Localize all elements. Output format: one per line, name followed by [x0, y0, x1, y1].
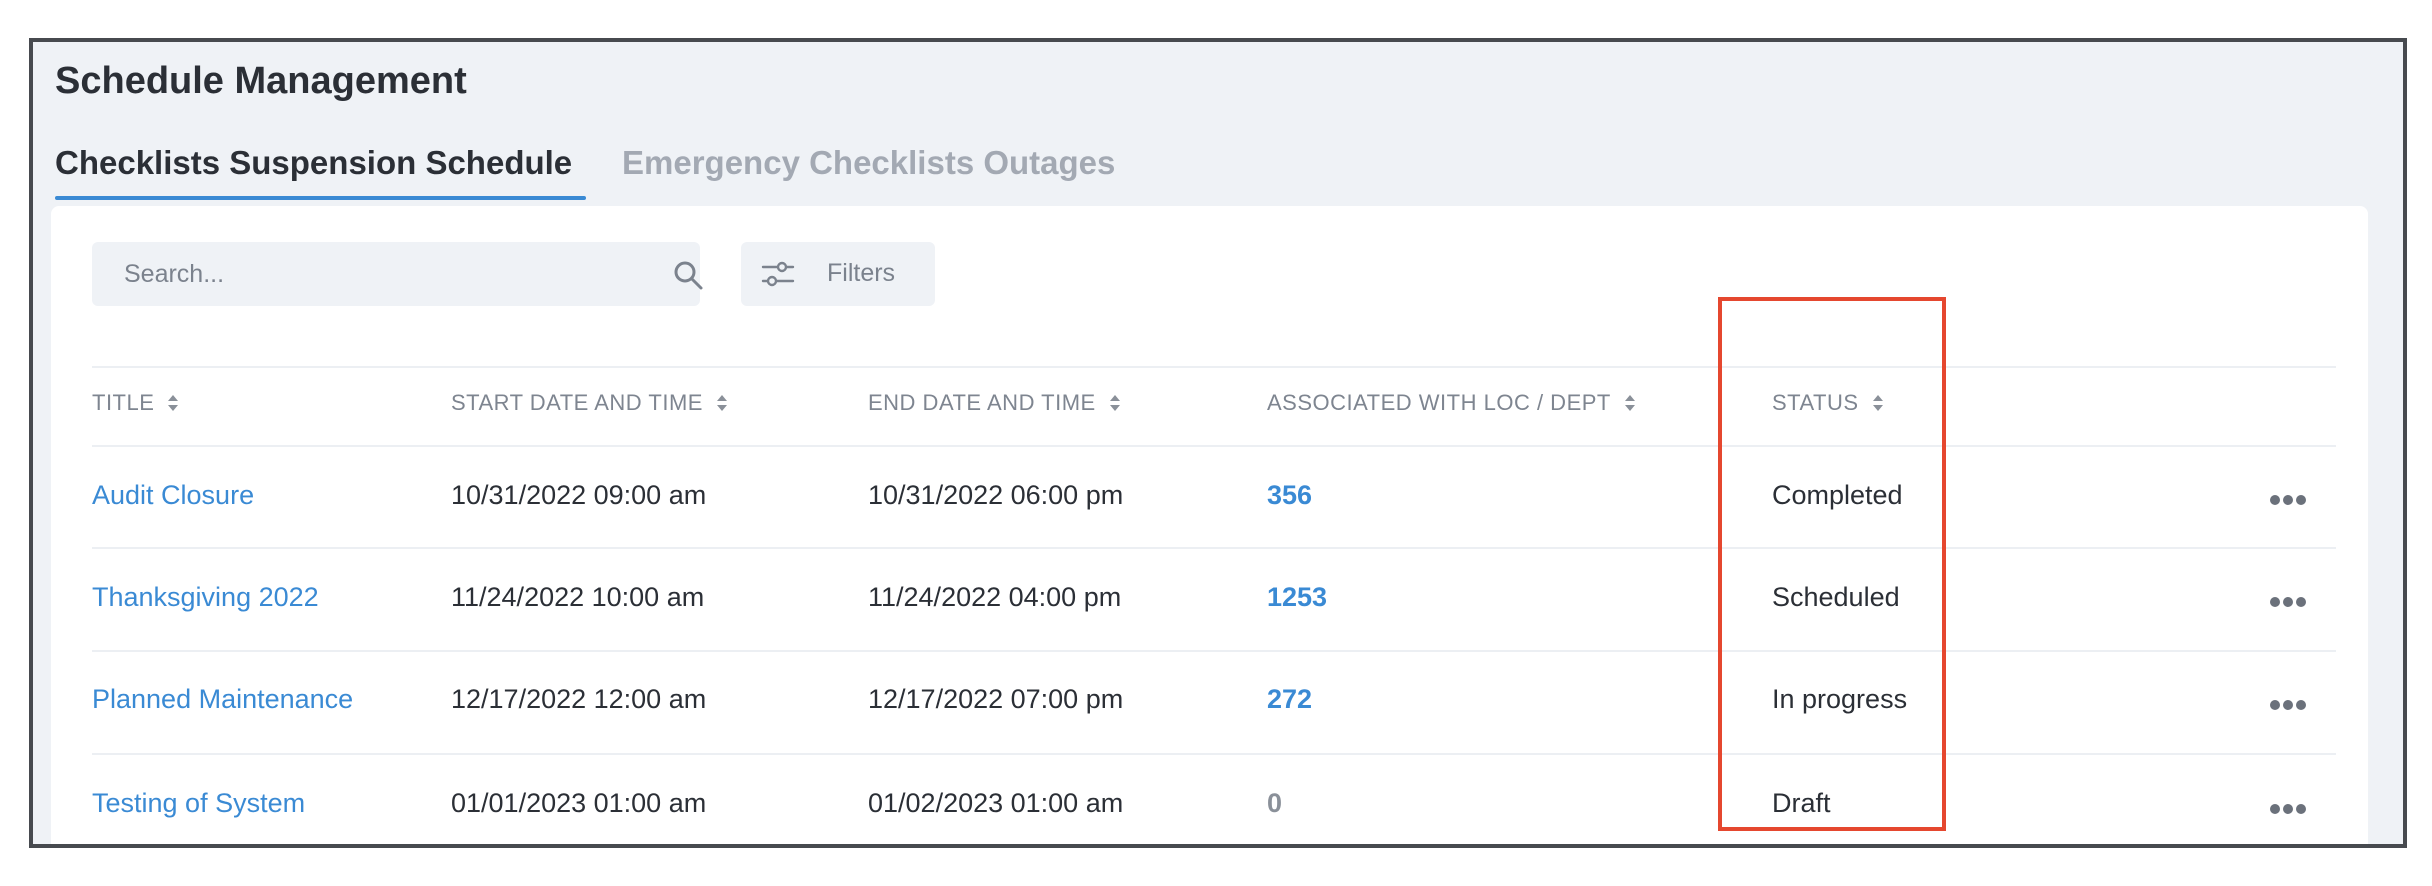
- row-start-date: 11/24/2022 10:00 am: [451, 582, 705, 612]
- row-end-date: 11/24/2022 04:00 pm: [868, 582, 1122, 612]
- row-divider: [92, 547, 2336, 549]
- sort-icon: [716, 395, 727, 411]
- search-box: [92, 242, 703, 306]
- sort-icon: [1109, 395, 1120, 411]
- column-header-title[interactable]: TITLE: [92, 390, 180, 416]
- header-bottom-divider: [92, 445, 2336, 447]
- sort-icon: [168, 395, 179, 411]
- row-end-date: 01/02/2023 01:00 am: [868, 788, 1124, 818]
- more-options-icon[interactable]: [2269, 803, 2307, 815]
- row-end-date: 12/17/2022 07:00 pm: [868, 684, 1124, 714]
- row-title-link[interactable]: Planned Maintenance: [92, 684, 353, 715]
- more-options-icon[interactable]: [2269, 494, 2307, 506]
- active-tab-indicator: [55, 196, 586, 200]
- filters-button[interactable]: Filters: [741, 242, 935, 306]
- column-header-start-date[interactable]: START DATE AND TIME: [451, 390, 729, 416]
- schedule-table-card: Filters TITLE START DATE AND TIME END DA…: [51, 206, 2368, 844]
- row-divider: [92, 753, 2336, 755]
- status-column-highlight: [1718, 297, 1946, 831]
- row-end-date: 10/31/2022 06:00 pm: [868, 480, 1124, 510]
- row-start-date: 12/17/2022 12:00 am: [451, 684, 707, 714]
- header-top-divider: [92, 366, 2336, 368]
- row-divider: [92, 650, 2336, 652]
- row-title-link[interactable]: Audit Closure: [92, 480, 254, 511]
- column-header-label: TITLE: [92, 390, 155, 415]
- column-header-label: END DATE AND TIME: [868, 390, 1096, 415]
- row-associated-count[interactable]: 356: [1267, 480, 1312, 511]
- app-frame: Schedule Management Checklists Suspensio…: [29, 38, 2407, 848]
- row-start-date: 01/01/2023 01:00 am: [451, 788, 707, 818]
- search-icon[interactable]: [672, 259, 704, 291]
- row-associated-count[interactable]: 272: [1267, 684, 1312, 715]
- tab-emergency-checklists-outages[interactable]: Emergency Checklists Outages: [622, 144, 1115, 182]
- row-associated-count[interactable]: 1253: [1267, 582, 1327, 613]
- sort-icon: [1624, 395, 1635, 411]
- more-options-icon[interactable]: [2269, 596, 2307, 608]
- row-start-date: 10/31/2022 09:00 am: [451, 480, 707, 510]
- column-header-end-date[interactable]: END DATE AND TIME: [868, 390, 1122, 416]
- column-header-label: START DATE AND TIME: [451, 390, 703, 415]
- row-title-link[interactable]: Thanksgiving 2022: [92, 582, 319, 613]
- more-options-icon[interactable]: [2269, 699, 2307, 711]
- tab-checklists-suspension-schedule[interactable]: Checklists Suspension Schedule: [55, 144, 572, 182]
- search-input[interactable]: [92, 242, 644, 306]
- sliders-icon: [761, 261, 795, 287]
- row-title-link[interactable]: Testing of System: [92, 788, 305, 819]
- row-associated-count: 0: [1267, 788, 1283, 818]
- filters-label: Filters: [827, 259, 896, 287]
- page-title: Schedule Management: [55, 60, 467, 102]
- column-header-associated[interactable]: ASSOCIATED WITH LOC / DEPT: [1267, 390, 1637, 416]
- column-header-label: ASSOCIATED WITH LOC / DEPT: [1267, 390, 1611, 415]
